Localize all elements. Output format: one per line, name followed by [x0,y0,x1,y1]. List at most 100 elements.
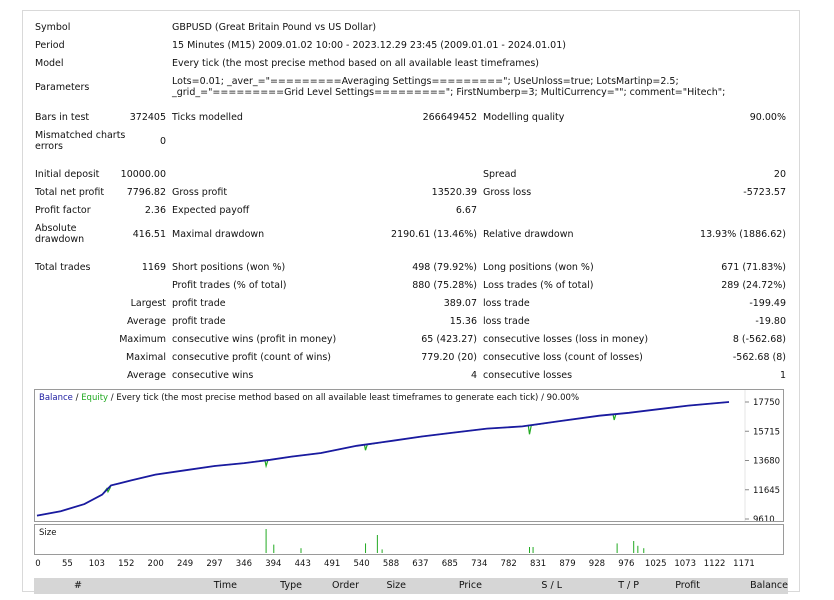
profit-factor-label: Profit factor [35,205,91,216]
maximum-loss-label: consecutive losses (loss in money) [483,334,649,345]
x-tick-label: 55 [62,559,73,569]
loss-trades-value: 289 (24.72%) [721,280,786,291]
x-tick-label: 588 [383,559,399,569]
x-tick-label: 443 [295,559,311,569]
spread-value: 20 [773,169,786,180]
total-trades-label: Total trades [35,262,91,273]
x-tick-label: 491 [324,559,340,569]
x-tick-label: 831 [530,559,546,569]
x-tick-label: 637 [412,559,428,569]
avg-consec-wins-value: 4 [470,370,477,381]
table-header-cell[interactable]: S / L [502,580,562,592]
profit-factor-value: 2.36 [144,205,166,216]
y-tick-label: 9610 [753,515,775,521]
table-header-cell[interactable]: Size [346,580,406,592]
model-label: Model [35,58,64,69]
maximal-profit-value: 779.20 (20) [421,352,477,363]
largest-loss-value: -199.49 [749,298,786,309]
x-tick-label: 782 [501,559,517,569]
table-header-cell[interactable]: # [22,580,82,592]
gross-profit-label: Gross profit [172,187,228,198]
ticks-value: 266649452 [422,112,477,123]
x-tick-label: 152 [118,559,134,569]
abs-drawdown-value: 416.51 [132,229,166,240]
short-label: Short positions (won %) [172,262,286,273]
spread-label: Spread [483,169,517,180]
x-tick-label: 734 [471,559,487,569]
max-drawdown-value: 2190.61 (13.46%) [391,229,477,240]
x-tick-label: 1171 [733,559,755,569]
largest-profit-value: 389.07 [443,298,477,309]
avg-consec-losses-value: 1 [779,370,786,381]
parameters-label: Parameters [35,82,90,93]
table-header-cell[interactable]: Type [242,580,302,592]
largest-label: Largest [130,298,166,309]
maximal-loss-value: -562.68 (8) [732,352,786,363]
table-header-cell[interactable]: Price [422,580,482,592]
profit-trades-label: Profit trades (% of total) [172,280,287,291]
maximal-label: Maximal [126,352,166,363]
profit-trades-value: 880 (75.28%) [412,280,477,291]
long-label: Long positions (won %) [483,262,594,273]
x-tick-label: 249 [177,559,193,569]
mismatched-label: Mismatched charts errors [35,130,126,152]
mismatched-value: 0 [159,136,166,147]
quality-label: Modelling quality [483,112,565,123]
balance-line [36,401,730,517]
x-tick-label: 685 [442,559,458,569]
net-profit-value: 7796.82 [126,187,166,198]
y-tick-label: 17750 [753,398,780,408]
table-header-cell[interactable]: T / P [579,580,639,592]
maximum-profit-label: consecutive wins (profit in money) [172,334,337,345]
period-value: 15 Minutes (M15) 2009.01.02 10:00 - 2023… [172,40,566,51]
x-tick-label: 1025 [645,559,667,569]
x-tick-label: 1073 [674,559,696,569]
bars-label: Bars in test [35,112,90,123]
average-profit-label: profit trade [172,316,226,327]
net-profit-label: Total net profit [35,187,105,198]
size-chart: Size [34,524,784,555]
balance-plot: 17750 15715 13680 11645 9610 [36,390,780,521]
maximum-profit-value: 65 (423.27) [421,334,477,345]
avg-consec-wins-label: consecutive wins [172,370,254,381]
long-value: 671 (71.83%) [721,262,786,273]
quality-value: 90.00% [749,112,786,123]
rel-drawdown-value: 13.93% (1886.62) [700,229,786,240]
table-header-cell[interactable]: Balance [728,580,788,592]
average-loss-label: loss trade [483,316,530,327]
deposit-value: 10000.00 [120,169,166,180]
average-label: Average [126,316,166,327]
period-label: Period [35,40,65,51]
bars-value: 372405 [129,112,166,123]
rel-drawdown-label: Relative drawdown [483,229,574,240]
total-trades-value: 1169 [141,262,166,273]
symbol-value: GBPUSD (Great Britain Pound vs US Dollar… [172,22,377,33]
ticks-label: Ticks modelled [172,112,243,123]
x-tick-label: 103 [89,559,105,569]
loss-trades-label: Loss trades (% of total) [483,280,594,291]
table-header-cell[interactable]: Time [177,580,237,592]
maximal-profit-label: consecutive profit (count of wins) [172,352,332,363]
largest-loss-label: loss trade [483,298,530,309]
x-tick-label: 928 [589,559,605,569]
expected-payoff-value: 6.67 [455,205,477,216]
avg-consec-losses-label: consecutive losses [483,370,573,381]
model-value: Every tick (the most precise method base… [172,58,540,69]
x-tick-label: 346 [236,559,252,569]
x-tick-label: 1122 [704,559,726,569]
table-header-cell[interactable]: Profit [640,580,700,592]
gross-profit-value: 13520.39 [431,187,477,198]
x-tick-label: 879 [559,559,575,569]
parameters-value: Lots=0.01; _aver_="=========Averaging Se… [172,76,726,98]
trades-table-header: # Time Type Order Size Price S / LT / P Profit B… [34,578,788,594]
x-axis: 0 55 103 152 200 249 297 346 394 443 491 540 588 637 6… [35,559,755,569]
x-tick-label: 200 [148,559,164,569]
gross-loss-value: -5723.57 [743,187,786,198]
short-value: 498 (79.92%) [412,262,477,273]
largest-profit-label: profit trade [172,298,226,309]
expected-payoff-label: Expected payoff [172,205,250,216]
maximum-loss-value: 8 (-562.68) [732,334,786,345]
symbol-label: Symbol [35,22,71,33]
average-loss-value: -19.80 [755,316,786,327]
max-drawdown-label: Maximal drawdown [172,229,265,240]
